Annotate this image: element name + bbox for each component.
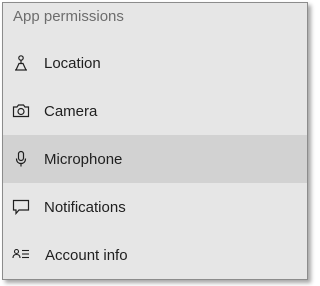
nav-label-location: Location <box>44 54 101 72</box>
camera-icon <box>12 102 30 120</box>
nav-label-account-info: Account info <box>45 246 128 264</box>
nav-item-microphone[interactable]: Microphone <box>3 135 307 183</box>
nav-item-location[interactable]: Location <box>3 39 307 87</box>
nav-item-account-info[interactable]: Account info <box>3 231 307 279</box>
notifications-icon <box>12 198 30 216</box>
section-header: App permissions <box>13 8 124 25</box>
nav-label-camera: Camera <box>44 102 98 120</box>
microphone-icon <box>12 150 30 168</box>
account-info-icon <box>12 246 30 264</box>
nav-label-microphone: Microphone <box>44 150 123 168</box>
app-permissions-panel: App permissions Location Camera Micropho… <box>2 2 308 280</box>
nav-label-notifications: Notifications <box>44 198 126 216</box>
location-icon <box>12 54 30 72</box>
nav-item-notifications[interactable]: Notifications <box>3 183 307 231</box>
nav-item-camera[interactable]: Camera <box>3 87 307 135</box>
